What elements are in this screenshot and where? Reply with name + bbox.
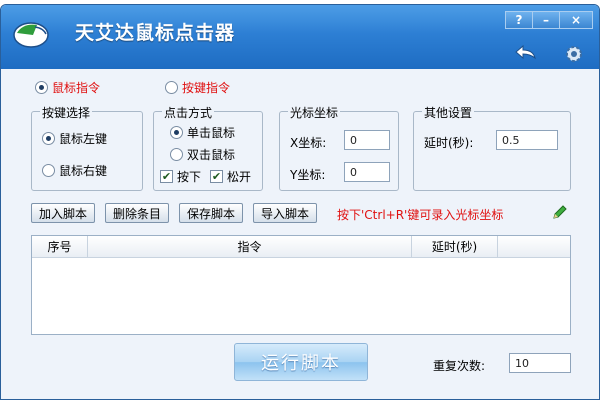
y-coord-field[interactable]: 0 — [344, 162, 390, 182]
add-script-button[interactable]: 加入脚本 — [31, 203, 95, 223]
mode-key-radio[interactable] — [165, 81, 178, 94]
mode-mouse-label: 鼠标指令 — [52, 81, 101, 95]
x-coord-label: X坐标: — [290, 136, 327, 150]
column-header-index: 序号 — [32, 236, 88, 257]
back-arrow-icon[interactable] — [513, 43, 539, 65]
right-button-label: 鼠标右键 — [59, 164, 108, 178]
double-click-label: 双击鼠标 — [187, 148, 236, 162]
help-button[interactable]: ? — [505, 11, 533, 29]
press-checkbox[interactable]: ✔ — [160, 170, 173, 183]
key-select-title: 按键选择 — [40, 104, 93, 121]
left-button-option[interactable]: 鼠标左键 — [42, 130, 107, 147]
run-script-button[interactable]: 运行脚本 — [234, 343, 368, 381]
right-button-option[interactable]: 鼠标右键 — [42, 162, 107, 179]
release-label: 松开 — [227, 170, 252, 184]
release-option[interactable]: ✔ 松开 — [210, 168, 251, 185]
main-panel: 鼠标指令 按键指令 按键选择 鼠标左键 鼠标右键 点击方式 单击鼠标 双击鼠标 … — [1, 69, 599, 399]
x-coord-field[interactable]: 0 — [344, 130, 390, 150]
mode-mouse-option[interactable]: 鼠标指令 — [35, 79, 100, 96]
repeat-count-label: 重复次数: — [433, 359, 486, 373]
mode-mouse-radio[interactable] — [35, 81, 48, 94]
title-bar[interactable]: 天艾达鼠标点击器 ? – × — [1, 5, 599, 69]
delay-field[interactable]: 0.5 — [496, 130, 558, 150]
click-mode-group: 点击方式 单击鼠标 双击鼠标 ✔ 按下 ✔ 松开 — [153, 104, 263, 191]
gear-icon[interactable] — [561, 43, 587, 65]
column-header-command: 指令 — [88, 236, 412, 257]
repeat-count-field[interactable]: 10 — [509, 353, 571, 373]
minimize-button[interactable]: – — [532, 11, 560, 29]
script-table[interactable]: 序号 指令 延时(秒) — [31, 235, 571, 335]
pencil-icon[interactable] — [551, 203, 569, 221]
double-click-option[interactable]: 双击鼠标 — [170, 146, 235, 163]
y-coord-label: Y坐标: — [290, 168, 326, 182]
single-click-radio[interactable] — [170, 126, 183, 139]
click-mode-title: 点击方式 — [162, 104, 215, 121]
close-button[interactable]: × — [559, 11, 593, 29]
table-header: 序号 指令 延时(秒) — [32, 236, 570, 258]
press-label: 按下 — [177, 170, 202, 184]
key-select-group: 按键选择 鼠标左键 鼠标右键 — [31, 104, 143, 191]
column-header-delay: 延时(秒) — [412, 236, 498, 257]
cursor-coords-title: 光标坐标 — [288, 104, 341, 121]
delete-entry-button[interactable]: 删除条目 — [105, 203, 169, 223]
left-button-label: 鼠标左键 — [59, 132, 108, 146]
right-button-radio[interactable] — [42, 164, 55, 177]
single-click-option[interactable]: 单击鼠标 — [170, 124, 235, 141]
cursor-coords-group: 光标坐标 X坐标: 0 Y坐标: 0 — [279, 104, 399, 191]
press-option[interactable]: ✔ 按下 — [160, 168, 201, 185]
import-script-button[interactable]: 导入脚本 — [253, 203, 317, 223]
column-header-extra — [498, 236, 570, 257]
shortcut-hint: 按下'Ctrl+R'键可录入光标坐标 — [337, 208, 504, 222]
left-button-radio[interactable] — [42, 132, 55, 145]
delay-label: 延时(秒): — [424, 136, 474, 150]
save-script-button[interactable]: 保存脚本 — [179, 203, 243, 223]
mode-key-option[interactable]: 按键指令 — [165, 79, 230, 96]
other-settings-group: 其他设置 延时(秒): 0.5 — [413, 104, 571, 191]
other-settings-title: 其他设置 — [422, 104, 475, 121]
release-checkbox[interactable]: ✔ — [210, 170, 223, 183]
double-click-radio[interactable] — [170, 148, 183, 161]
app-window: 天艾达鼠标点击器 ? – × 鼠标指令 按键指令 按键选择 鼠标左键 鼠标右键 … — [0, 4, 600, 400]
mouse-logo-icon — [13, 22, 49, 48]
app-title: 天艾达鼠标点击器 — [75, 22, 236, 44]
window-controls: ? – × — [505, 11, 593, 29]
mode-key-label: 按键指令 — [182, 81, 231, 95]
single-click-label: 单击鼠标 — [187, 126, 236, 140]
